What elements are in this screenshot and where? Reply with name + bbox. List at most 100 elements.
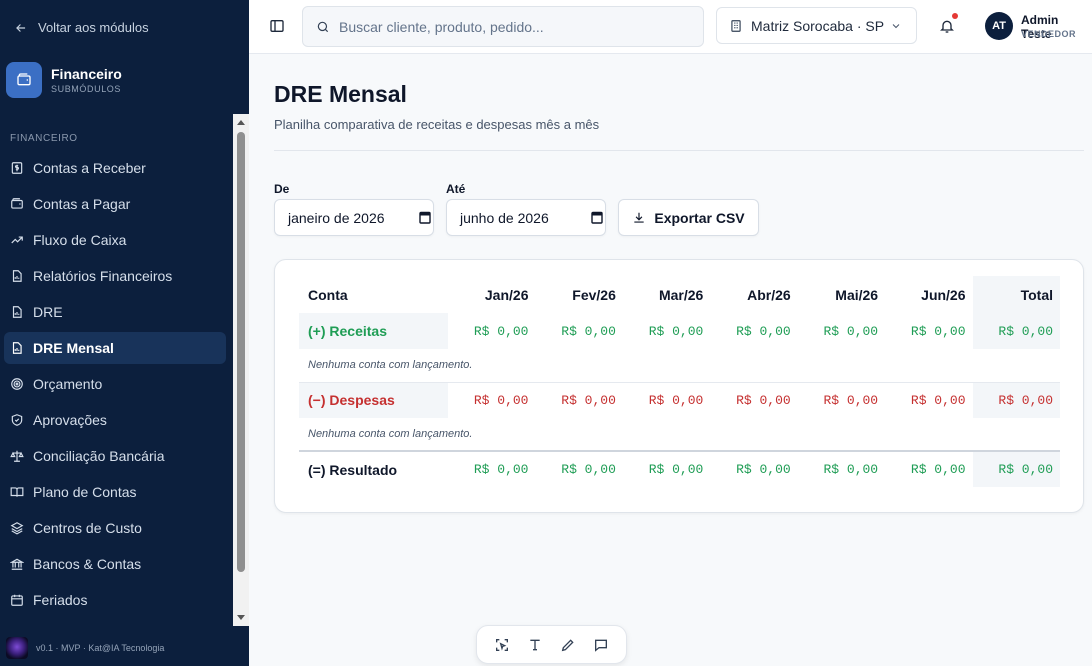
- despesas-total: R$ 0,00: [972, 382, 1060, 418]
- header-month: Abr/26: [747, 286, 791, 303]
- despesas-empty-row: Nenhuma conta com lançamento.: [299, 418, 1060, 452]
- receitas-value: R$ 0,00: [710, 313, 798, 349]
- sidebar-item-orcamento[interactable]: Orçamento: [4, 368, 226, 400]
- module-header: Financeiro SUBMÓDULOS: [6, 62, 122, 98]
- search-icon: [317, 21, 329, 32]
- from-month-input[interactable]: janeiro de 2026: [274, 199, 434, 236]
- header-month: Jan/26: [484, 286, 529, 303]
- back-label: Voltar aos módulos: [38, 20, 149, 35]
- sidebar-item-label: Orçamento: [33, 376, 103, 392]
- wallet-icon: [6, 62, 42, 98]
- receitas-value: R$ 0,00: [448, 313, 536, 349]
- despesas-value: R$ 0,00: [710, 382, 798, 418]
- sidebar-item-label: Aprovações: [33, 412, 107, 428]
- header-month: Mar/26: [658, 286, 704, 303]
- arrow-left-icon: [16, 23, 26, 32]
- divider: [274, 150, 1084, 151]
- receitas-empty-row: Nenhuma conta com lançamento.: [299, 349, 1060, 383]
- comment-icon[interactable]: [593, 637, 609, 653]
- page-title: DRE Mensal: [274, 81, 407, 107]
- text-tool-icon[interactable]: [527, 637, 543, 653]
- report-icon: [12, 342, 22, 354]
- sidebar-item-plano-de-contas[interactable]: Plano de Contas: [4, 476, 226, 508]
- despesas-value: R$ 0,00: [622, 382, 711, 418]
- branch-selector[interactable]: Matriz Sorocaba · SP: [716, 7, 917, 44]
- pen-icon[interactable]: [560, 637, 576, 653]
- bell-icon[interactable]: [939, 18, 955, 34]
- header-conta: Conta: [308, 286, 348, 303]
- search-box: [302, 6, 704, 47]
- topbar: Matriz Sorocaba · SP AT Admin Teste VEND…: [249, 0, 1092, 54]
- dollar-doc-icon: [11, 162, 23, 174]
- sidebar-item-contas-a-receber[interactable]: Contas a Receber: [4, 152, 226, 184]
- sidebar-item-bancos-e-contas[interactable]: Bancos & Contas: [4, 548, 226, 580]
- receitas-value: R$ 0,00: [535, 313, 623, 349]
- receitas-empty-text: Nenhuma conta com lançamento.: [299, 349, 1060, 383]
- header-month: Mai/26: [835, 286, 879, 303]
- receitas-row: (+) Receitas R$ 0,00 R$ 0,00 R$ 0,00 R$ …: [299, 313, 1060, 349]
- calendar-picker-icon[interactable]: [591, 211, 603, 224]
- calendar-picker-icon[interactable]: [419, 211, 431, 224]
- sidebar-item-label: Plano de Contas: [33, 484, 137, 500]
- scrollbar-thumb[interactable]: [237, 132, 245, 572]
- to-label: Até: [446, 182, 466, 196]
- despesas-value: R$ 0,00: [448, 382, 536, 418]
- resultado-value: R$ 0,00: [448, 450, 536, 487]
- sidebar-item-dre[interactable]: DRE: [4, 296, 226, 328]
- resultado-value: R$ 0,00: [710, 450, 798, 487]
- report-icon: [12, 306, 22, 318]
- footer-text: v0.1 · MVP · Kat@IA Tecnologia: [36, 643, 165, 653]
- from-month-value: janeiro de 2026: [288, 209, 385, 226]
- download-icon: [634, 212, 645, 223]
- sidebar-scrollbar[interactable]: [233, 114, 249, 626]
- despesas-row: (−) Despesas R$ 0,00 R$ 0,00 R$ 0,00 R$ …: [299, 382, 1060, 418]
- resultado-label: (=) Resultado: [299, 450, 449, 487]
- sidebar-item-aprovacoes[interactable]: Aprovações: [4, 404, 226, 436]
- export-label: Exportar CSV: [654, 209, 745, 226]
- sidebar: Voltar aos módulos Financeiro SUBMÓDULOS…: [0, 0, 249, 666]
- sidebar-item-label: Centros de Custo: [33, 520, 142, 536]
- sidebar-item-label: Fluxo de Caixa: [33, 232, 127, 248]
- resultado-value: R$ 0,00: [797, 450, 886, 487]
- scroll-down-arrow-icon[interactable]: [237, 615, 245, 620]
- module-subtitle: SUBMÓDULOS: [51, 84, 122, 94]
- sidebar-item-conciliacao-bancaria[interactable]: Conciliação Bancária: [4, 440, 226, 472]
- header-month: Fev/26: [572, 286, 616, 303]
- select-area-icon[interactable]: [494, 637, 510, 653]
- resultado-value: R$ 0,00: [885, 450, 973, 487]
- sidebar-item-label: Feriados: [33, 592, 88, 608]
- despesas-empty-text: Nenhuma conta com lançamento.: [299, 418, 1060, 452]
- sidebar-item-feriados[interactable]: Feriados: [4, 584, 226, 616]
- despesas-value: R$ 0,00: [797, 382, 886, 418]
- export-csv-button[interactable]: Exportar CSV: [618, 199, 759, 236]
- to-month-input[interactable]: junho de 2026: [446, 199, 606, 236]
- resultado-total: R$ 0,00: [972, 450, 1060, 487]
- sidebar-toggle-icon[interactable]: [269, 18, 285, 34]
- resultado-value: R$ 0,00: [535, 450, 623, 487]
- back-to-modules-link[interactable]: Voltar aos módulos: [14, 20, 149, 35]
- page-subtitle: Planilha comparativa de receitas e despe…: [274, 117, 600, 132]
- sidebar-item-relatorios-financeiros[interactable]: Relatórios Financeiros: [4, 260, 226, 292]
- sidebar-item-label: Conciliação Bancária: [33, 448, 165, 464]
- receitas-value: R$ 0,00: [622, 313, 711, 349]
- avatar[interactable]: AT: [985, 12, 1013, 40]
- dre-table: Conta Jan/26 Fev/26 Mar/26 Abr/26 Mai/26…: [299, 276, 1060, 487]
- to-month-value: junho de 2026: [460, 209, 549, 226]
- calendar-icon: [11, 594, 23, 606]
- trend-up-icon: [11, 236, 23, 244]
- sidebar-item-label: Contas a Pagar: [33, 196, 131, 212]
- sidebar-item-dre-mensal[interactable]: DRE Mensal: [4, 332, 226, 364]
- sidebar-item-centros-de-custo[interactable]: Centros de Custo: [4, 512, 226, 544]
- header-total: Total: [972, 276, 1060, 313]
- notification-dot: [952, 13, 958, 19]
- dre-table-card: Conta Jan/26 Fev/26 Mar/26 Abr/26 Mai/26…: [274, 259, 1084, 513]
- sidebar-item-fluxo-de-caixa[interactable]: Fluxo de Caixa: [4, 224, 226, 256]
- bank-icon: [10, 558, 24, 570]
- book-icon: [10, 487, 24, 497]
- search-input[interactable]: [339, 18, 679, 35]
- sidebar-item-label: DRE Mensal: [33, 340, 114, 356]
- sidebar-item-contas-a-pagar[interactable]: Contas a Pagar: [4, 188, 226, 220]
- scroll-up-arrow-icon[interactable]: [237, 120, 245, 125]
- receitas-label: (+) Receitas: [299, 313, 449, 349]
- layers-icon: [10, 522, 24, 535]
